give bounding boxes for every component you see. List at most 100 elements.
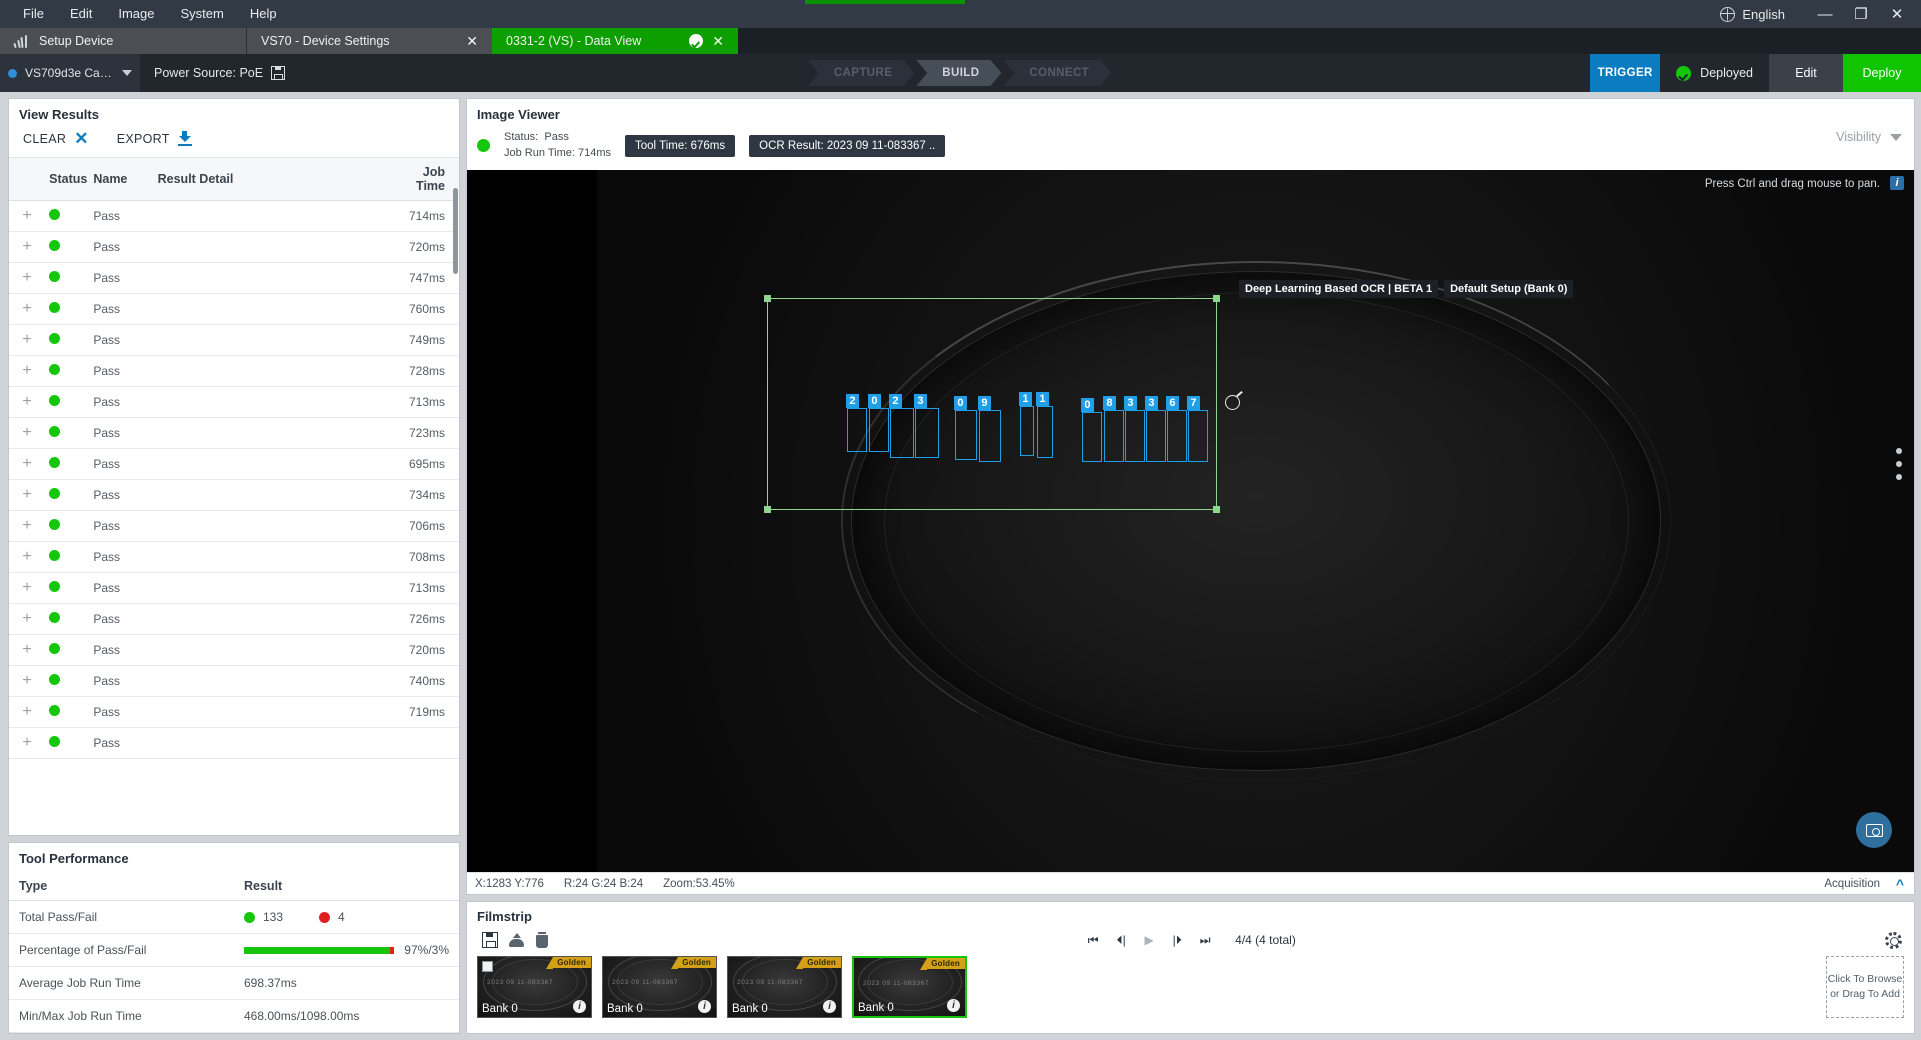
roi-handle-top-right[interactable]: [1213, 295, 1220, 302]
menu-item-file[interactable]: File: [10, 0, 57, 28]
table-row[interactable]: +Pass708ms: [9, 542, 459, 573]
chevron-down-icon[interactable]: [122, 70, 132, 76]
edit-button[interactable]: Edit: [1769, 54, 1843, 92]
trigger-button[interactable]: TRIGGER: [1590, 54, 1660, 92]
expand-row-button[interactable]: +: [9, 356, 45, 387]
info-icon[interactable]: i: [1890, 176, 1904, 190]
table-row[interactable]: +Pass719ms: [9, 697, 459, 728]
acquisition-label[interactable]: Acquisition: [1824, 878, 1880, 890]
stage-capture[interactable]: CAPTURE: [808, 60, 914, 86]
table-row[interactable]: +Pass720ms: [9, 232, 459, 263]
next-frame-button[interactable]: |⏵: [1169, 933, 1185, 948]
ocr-char-box[interactable]: 6: [1167, 410, 1187, 462]
prev-frame-button[interactable]: ⏴|: [1113, 933, 1129, 948]
table-row[interactable]: +Pass726ms: [9, 604, 459, 635]
table-row[interactable]: +Pass695ms: [9, 449, 459, 480]
ocr-char-box[interactable]: 1: [1037, 406, 1053, 458]
expand-row-button[interactable]: +: [9, 232, 45, 263]
tool-time-chip[interactable]: Tool Time: 676ms: [625, 135, 735, 157]
expand-row-button[interactable]: +: [9, 480, 45, 511]
tab-close-icon[interactable]: ✕: [712, 33, 724, 50]
expand-row-button[interactable]: +: [9, 697, 45, 728]
ocr-char-box[interactable]: 0: [955, 410, 977, 460]
tab-data-view[interactable]: 0331-2 (VS) - Data View ✕: [492, 28, 738, 54]
status-column-header[interactable]: Status: [45, 158, 89, 201]
tab-close-icon[interactable]: ✕: [466, 33, 478, 50]
thumb-checkbox[interactable]: [482, 961, 493, 972]
expand-row-button[interactable]: +: [9, 728, 45, 759]
results-scrollbar[interactable]: [453, 188, 458, 274]
table-row[interactable]: +Pass713ms: [9, 573, 459, 604]
language-selector[interactable]: English: [1720, 7, 1785, 22]
expand-row-button[interactable]: +: [9, 418, 45, 449]
expand-row-button[interactable]: +: [9, 449, 45, 480]
table-row[interactable]: +Pass720ms: [9, 635, 459, 666]
device-selector[interactable]: VS709d3e Camera: [0, 54, 140, 92]
name-column-header[interactable]: Name: [89, 158, 153, 201]
maximize-button[interactable]: ❐: [1843, 0, 1879, 28]
ocr-char-box[interactable]: 2: [847, 408, 867, 452]
ocr-char-box[interactable]: 3: [1125, 410, 1145, 462]
expand-row-button[interactable]: +: [9, 573, 45, 604]
tab-device-settings[interactable]: VS70 - Device Settings ✕: [246, 28, 492, 54]
ocr-char-box[interactable]: 0: [869, 408, 889, 452]
canvas-side-menu[interactable]: [1896, 448, 1902, 480]
filmstrip-save-button[interactable]: [477, 928, 503, 952]
job-time-column-header[interactable]: Job Time: [395, 158, 459, 201]
expand-row-button[interactable]: +: [9, 263, 45, 294]
expand-row-button[interactable]: +: [9, 604, 45, 635]
thumb-info-icon[interactable]: i: [823, 1000, 836, 1013]
gear-icon[interactable]: [1885, 932, 1902, 949]
stage-connect[interactable]: CONNECT: [1003, 60, 1111, 86]
menu-item-system[interactable]: System: [168, 0, 237, 28]
stage-build[interactable]: BUILD: [916, 60, 1001, 86]
ocr-char-box[interactable]: 9: [979, 410, 1001, 462]
table-row[interactable]: +Pass714ms: [9, 201, 459, 232]
thumb-info-icon[interactable]: i: [947, 999, 960, 1012]
ocr-char-box[interactable]: 8: [1104, 410, 1124, 462]
ocr-char-box[interactable]: 3: [1146, 410, 1166, 462]
filmstrip-thumbnail[interactable]: 2023 09 11-083367GoldenBank 0i: [727, 956, 842, 1018]
table-row[interactable]: +Pass749ms: [9, 325, 459, 356]
filmstrip-thumbnail[interactable]: 2023 09 11-083367GoldenBank 0i: [477, 956, 592, 1018]
expand-row-button[interactable]: +: [9, 635, 45, 666]
table-row[interactable]: +Pass723ms: [9, 418, 459, 449]
table-row[interactable]: +Pass: [9, 728, 459, 759]
image-canvas[interactable]: Press Ctrl and drag mouse to pan. i Deep…: [467, 170, 1914, 872]
deploy-button[interactable]: Deploy: [1843, 54, 1921, 92]
add-image-dropzone[interactable]: Click To Browse or Drag To Add: [1826, 956, 1904, 1018]
collapse-caret-icon[interactable]: ^: [1896, 876, 1904, 892]
table-row[interactable]: +Pass740ms: [9, 666, 459, 697]
ocr-char-box[interactable]: 7: [1188, 410, 1208, 462]
close-window-button[interactable]: ✕: [1879, 0, 1915, 28]
menu-item-image[interactable]: Image: [105, 0, 167, 28]
filmstrip-thumbnail[interactable]: 2023 09 11-083367GoldenBank 0i: [602, 956, 717, 1018]
table-row[interactable]: +Pass734ms: [9, 480, 459, 511]
roi-handle-bottom-left[interactable]: [764, 506, 771, 513]
expand-row-button[interactable]: +: [9, 325, 45, 356]
expand-row-button[interactable]: +: [9, 387, 45, 418]
export-button[interactable]: EXPORT: [117, 131, 192, 146]
table-row[interactable]: +Pass728ms: [9, 356, 459, 387]
ocr-result-chip[interactable]: OCR Result: 2023 09 11-083367 ..: [749, 135, 945, 157]
table-row[interactable]: +Pass713ms: [9, 387, 459, 418]
filmstrip-upload-button[interactable]: [503, 928, 529, 952]
table-row[interactable]: +Pass706ms: [9, 511, 459, 542]
table-row[interactable]: +Pass747ms: [9, 263, 459, 294]
clear-button[interactable]: CLEAR ✕: [23, 130, 89, 147]
roi-handle-top-left[interactable]: [764, 295, 771, 302]
last-frame-button[interactable]: ⏭: [1197, 933, 1213, 948]
table-row[interactable]: +Pass760ms: [9, 294, 459, 325]
menu-item-help[interactable]: Help: [237, 0, 290, 28]
tab-setup-device[interactable]: Setup Device: [0, 28, 246, 54]
first-frame-button[interactable]: ⏮: [1085, 933, 1101, 948]
minimize-button[interactable]: —: [1807, 0, 1843, 28]
results-table-wrap[interactable]: Status Name Result Detail Job Time +Pass…: [9, 157, 459, 835]
snapshot-button[interactable]: [1856, 812, 1892, 848]
expand-row-button[interactable]: +: [9, 294, 45, 325]
thumb-info-icon[interactable]: i: [573, 1000, 586, 1013]
thumb-info-icon[interactable]: i: [698, 1000, 711, 1013]
ocr-char-box[interactable]: 3: [915, 408, 939, 458]
expand-row-button[interactable]: +: [9, 201, 45, 232]
expand-row-button[interactable]: +: [9, 511, 45, 542]
